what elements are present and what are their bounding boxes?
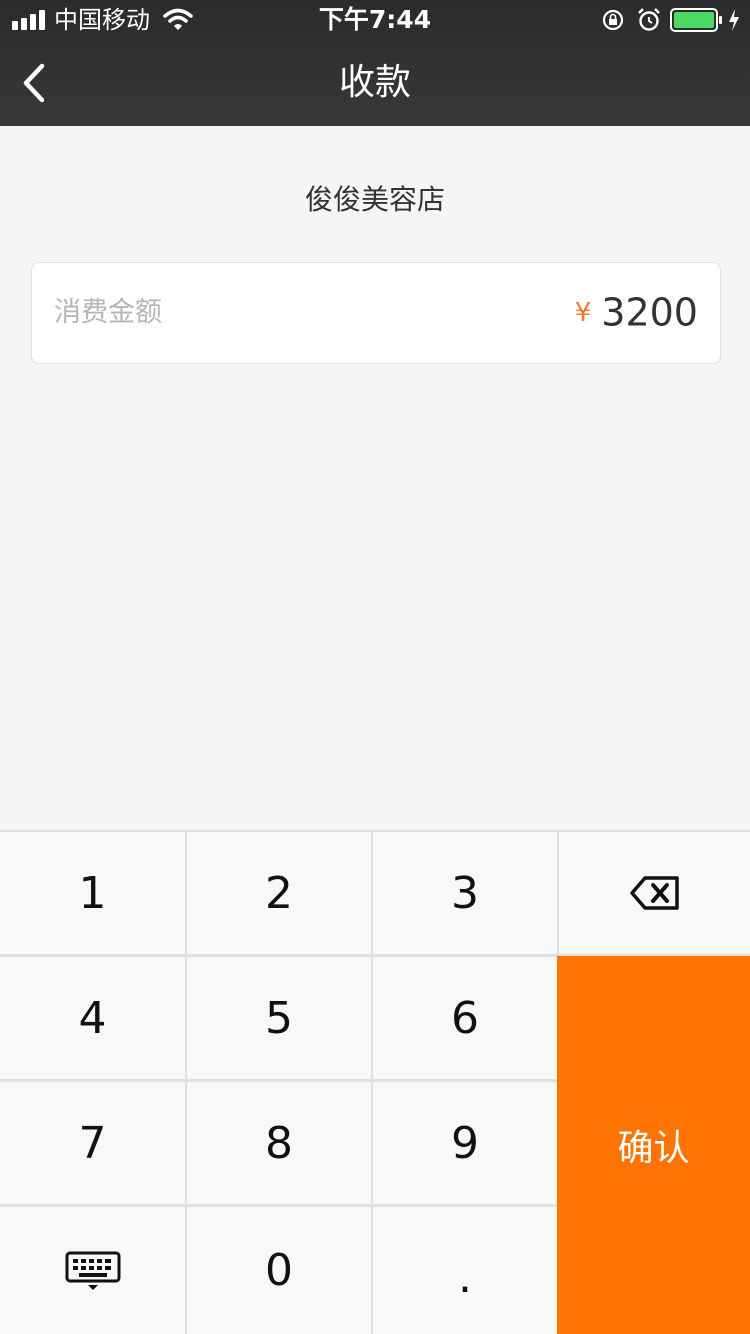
nav-bar: 收款 <box>0 40 750 126</box>
status-bar: 中国移动 下午7:44 <box>0 0 750 40</box>
key-3[interactable]: 3 <box>373 832 557 954</box>
amount-value-display: ¥3200 <box>575 287 698 338</box>
page-title: 收款 <box>338 62 411 103</box>
currency-symbol: ¥ <box>574 297 592 328</box>
key-1[interactable]: 1 <box>0 832 185 954</box>
key-2[interactable]: 2 <box>187 832 371 954</box>
key-6[interactable]: 6 <box>373 957 557 1079</box>
amount-label: 消费金额 <box>54 297 162 328</box>
key-5[interactable]: 5 <box>187 957 371 1079</box>
key-decimal[interactable]: . <box>373 1207 557 1334</box>
shop-name: 俊俊美容店 <box>304 183 445 216</box>
alarm-icon <box>638 8 660 31</box>
key-7[interactable]: 7 <box>0 1082 185 1204</box>
battery-icon <box>670 8 722 32</box>
key-8[interactable]: 8 <box>187 1082 371 1204</box>
charging-icon <box>729 9 739 31</box>
backspace-icon <box>629 876 679 910</box>
rotation-lock-icon <box>602 9 624 31</box>
key-4[interactable]: 4 <box>0 957 185 1079</box>
hide-keyboard-key[interactable] <box>0 1207 185 1334</box>
keyboard-hide-icon <box>65 1251 120 1290</box>
key-0[interactable]: 0 <box>187 1207 371 1334</box>
backspace-key[interactable] <box>559 832 750 954</box>
confirm-button[interactable]: 确认 <box>557 956 750 1334</box>
top-bar: 中国移动 下午7:44 收款 <box>0 0 750 126</box>
amount-value: 3200 <box>601 290 698 335</box>
amount-input[interactable]: 消费金额 ¥3200 <box>31 262 721 364</box>
key-9[interactable]: 9 <box>373 1082 557 1204</box>
